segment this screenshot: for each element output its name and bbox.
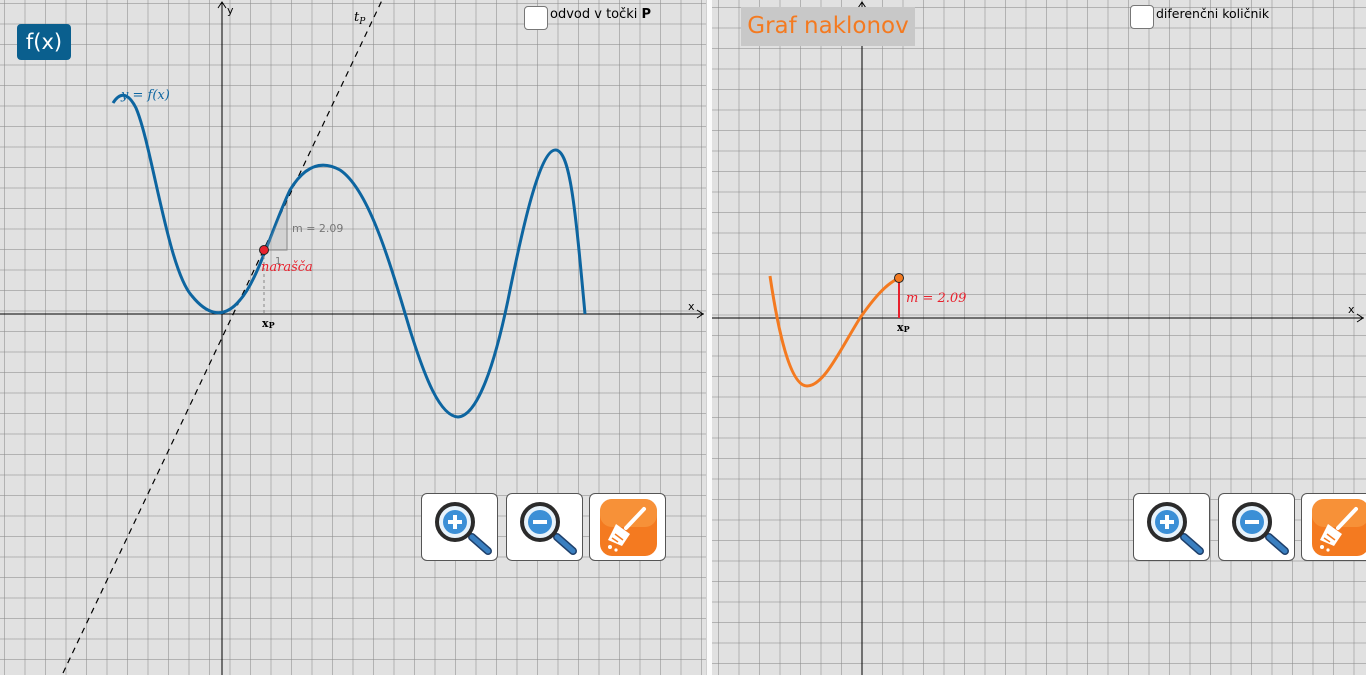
checkbox-label: odvod v točki P	[550, 7, 652, 22]
slope-value: m = 2.09	[906, 291, 966, 306]
curve-label: y = f(x)	[120, 88, 170, 103]
zoom-in-icon	[1147, 502, 1204, 555]
function-graph[interactable]: x y tP y = f(x) 1 m = 2.09 xP narašča	[0, 0, 706, 675]
derivative-at-point-checkbox[interactable]: odvod v točki P	[524, 6, 651, 30]
graph-view-function[interactable]: x y tP y = f(x) 1 m = 2.09 xP narašča f(…	[0, 0, 706, 675]
checkbox-box[interactable]	[524, 6, 548, 30]
slope-triangle	[264, 202, 288, 251]
clear-button[interactable]	[1301, 493, 1366, 561]
broom-icon	[600, 499, 657, 556]
panel-title: Graf naklonov	[741, 7, 915, 46]
zoom-in-button[interactable]	[1133, 493, 1210, 561]
function-badge[interactable]: f(x)	[17, 24, 71, 60]
y-axis-label: y	[227, 4, 234, 17]
broom-icon	[1312, 499, 1366, 556]
zoom-in-button[interactable]	[421, 493, 498, 561]
checkbox-box[interactable]	[1130, 5, 1154, 29]
zoom-out-icon	[1232, 502, 1289, 555]
difference-quotient-checkbox[interactable]: diferenčni količnik	[1130, 5, 1269, 29]
slope-point[interactable]	[894, 273, 904, 283]
tangent-line[interactable]	[62, 0, 384, 674]
monotonicity-status: narašča	[261, 260, 313, 275]
slope-curve[interactable]	[768, 275, 900, 388]
tangent-label: tP	[354, 10, 366, 27]
function-curve[interactable]	[111, 93, 587, 419]
slope-value: m = 2.09	[292, 222, 343, 235]
checkbox-label: diferenčni količnik	[1156, 6, 1270, 21]
point-x-label: xP	[897, 321, 910, 334]
zoom-out-button[interactable]	[506, 493, 583, 561]
zoom-in-icon	[435, 502, 492, 555]
x-axis-label: x	[1348, 303, 1355, 316]
x-axis-label: x	[688, 300, 695, 313]
clear-button[interactable]	[589, 493, 666, 561]
point-x-label: xP	[262, 317, 275, 330]
graph-view-slopes[interactable]: x m = 2.09 xP Graf naklonov diferenčni k…	[712, 0, 1366, 675]
zoom-out-icon	[520, 502, 577, 555]
slope-graph[interactable]: x m = 2.09 xP	[712, 0, 1366, 675]
zoom-out-button[interactable]	[1218, 493, 1295, 561]
point-p[interactable]	[259, 245, 269, 255]
